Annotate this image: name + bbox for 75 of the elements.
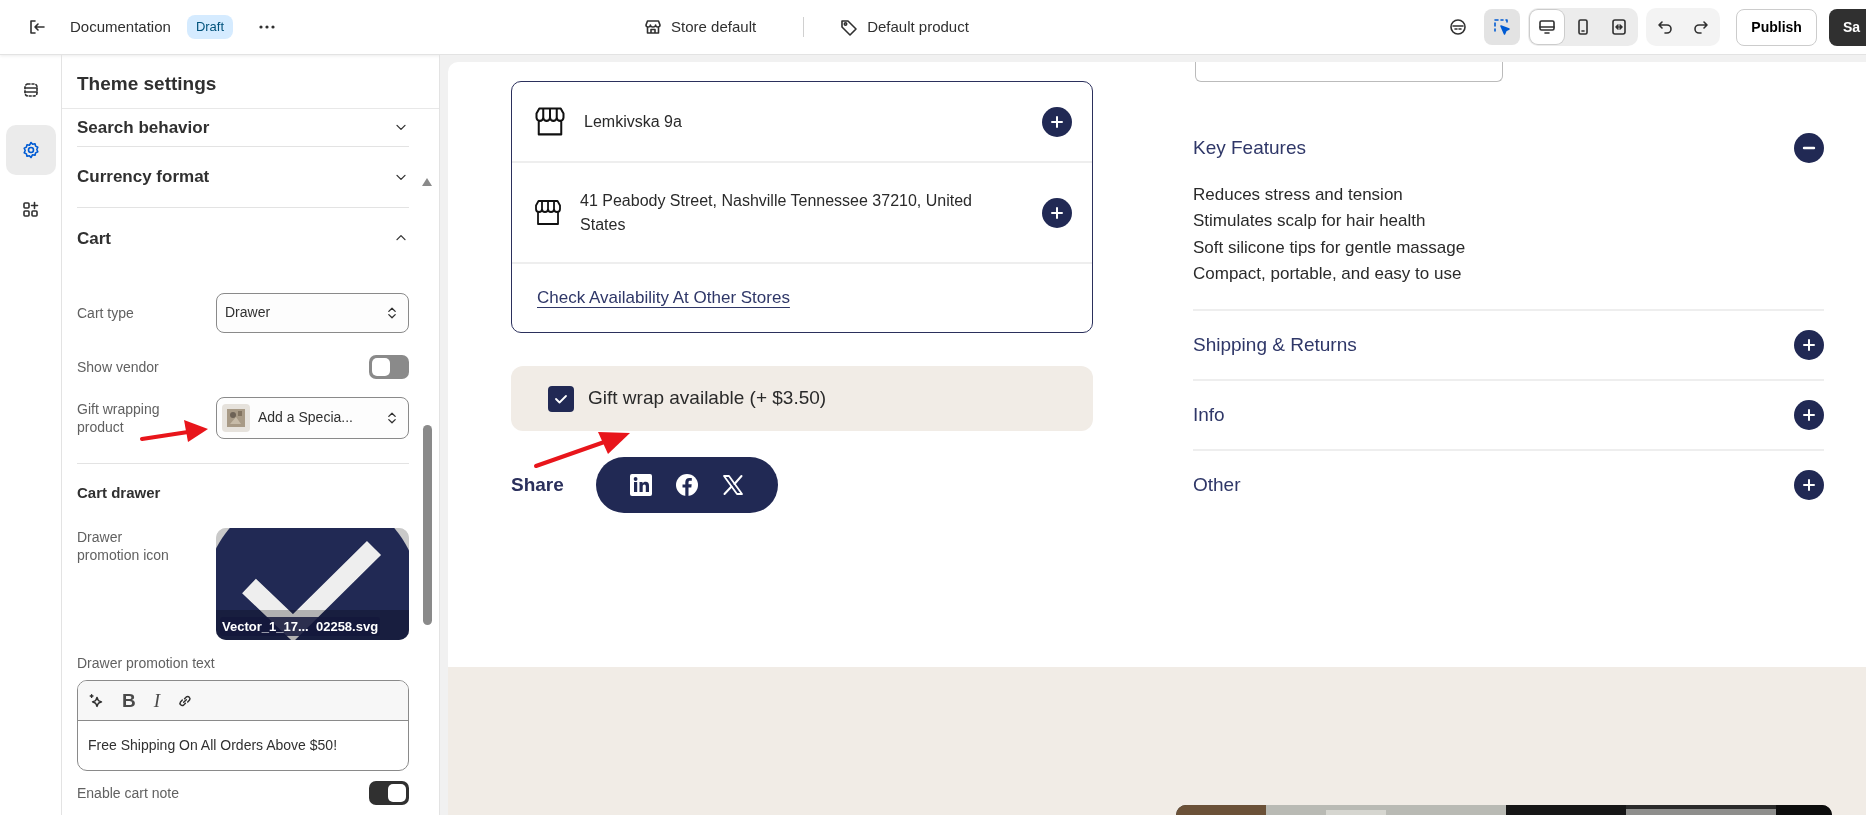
store-address: Lemkivska 9a bbox=[584, 111, 683, 132]
select-value: Drawer bbox=[225, 303, 271, 323]
editor-text: Free Shipping On All Orders Above $50! bbox=[87, 736, 339, 756]
store-title: Documentation bbox=[70, 16, 171, 37]
tag-icon bbox=[839, 17, 860, 37]
toggle-switch[interactable] bbox=[369, 781, 409, 806]
gear-icon bbox=[20, 140, 41, 160]
checkbox[interactable] bbox=[548, 385, 574, 412]
inspector-icon bbox=[1448, 17, 1469, 37]
feature-item: Soft silicone tips for gentle massage bbox=[1193, 236, 1467, 259]
field-label: Gift wrapping product bbox=[77, 400, 160, 435]
accordion-header[interactable]: Key Features bbox=[1193, 133, 1306, 163]
image-picker[interactable]: Vector_1_17... 02258.svg bbox=[216, 528, 409, 641]
file-name: Vector_1_17... 02258.svg bbox=[220, 616, 381, 637]
desktop-view-button[interactable] bbox=[1530, 10, 1565, 44]
accordion-header[interactable]: Info bbox=[1193, 401, 1225, 430]
expand-button[interactable] bbox=[1794, 330, 1824, 361]
input-field[interactable] bbox=[1195, 62, 1503, 82]
linkedin-icon bbox=[628, 473, 653, 497]
field-label: Drawer promotion text bbox=[77, 654, 216, 673]
selection-icon bbox=[1492, 17, 1513, 37]
scrollbar-thumb[interactable] bbox=[423, 425, 432, 625]
expand-button[interactable] bbox=[1794, 133, 1824, 163]
section-header[interactable]: Cart bbox=[77, 225, 111, 252]
availability-link[interactable]: Check Availability At Other Stores bbox=[537, 285, 790, 311]
field-label: Cart type bbox=[77, 304, 134, 321]
plus-icon bbox=[1802, 338, 1816, 353]
bold-button[interactable]: B bbox=[120, 686, 138, 716]
share-label: Share bbox=[511, 472, 564, 497]
expand-button[interactable] bbox=[1794, 400, 1824, 431]
section-header[interactable]: Search behavior bbox=[77, 114, 210, 141]
field-label: Enable cart note bbox=[77, 785, 179, 802]
expand-button[interactable] bbox=[1042, 106, 1072, 137]
subsection-title: Cart drawer bbox=[77, 482, 162, 503]
plus-icon bbox=[1802, 408, 1816, 423]
select-value: Add a Specia... bbox=[258, 408, 354, 428]
apps-icon bbox=[20, 200, 41, 220]
italic-button[interactable]: I bbox=[151, 686, 163, 716]
selection-button[interactable] bbox=[1484, 9, 1521, 45]
plus-icon bbox=[1802, 478, 1816, 493]
rich-text-editor[interactable]: B I Free Shipping On All Orders Above $50! bbox=[77, 680, 409, 772]
facebook-icon bbox=[674, 473, 699, 497]
store-address: 41 Peabody Street, Nashville Tennessee 37210, United States bbox=[580, 190, 973, 235]
scroll-up-icon[interactable] bbox=[421, 177, 433, 187]
select-field[interactable]: Drawer bbox=[216, 292, 409, 333]
storefront-icon bbox=[643, 17, 664, 37]
plus-icon bbox=[1050, 114, 1064, 129]
accordion-header[interactable]: Shipping & Returns bbox=[1193, 331, 1357, 360]
x-icon bbox=[720, 473, 745, 497]
x-button[interactable] bbox=[720, 473, 745, 497]
linkedin-button[interactable] bbox=[628, 473, 653, 497]
gift-wrap-option[interactable]: Gift wrap available (+ $3.50) bbox=[511, 366, 1093, 431]
gear-tab[interactable] bbox=[5, 125, 56, 175]
field-label: Drawer promotion icon bbox=[77, 529, 169, 564]
desktop-icon bbox=[1537, 17, 1558, 37]
expand-button[interactable] bbox=[1042, 197, 1072, 228]
template-selector[interactable]: Default product bbox=[838, 14, 970, 40]
feature-item: Compact, portable, and easy to use bbox=[1193, 263, 1463, 286]
feature-item: Stimulates scalp for hair health bbox=[1193, 210, 1427, 233]
panel-title: Theme settings bbox=[62, 55, 439, 109]
status-badge: Draft bbox=[186, 15, 234, 39]
product-picker[interactable]: Add a Specia... bbox=[216, 396, 409, 439]
plus-icon bbox=[1050, 205, 1064, 220]
expand-button[interactable] bbox=[1794, 470, 1824, 501]
toggle-switch[interactable] bbox=[369, 354, 409, 379]
field-label: Show vendor bbox=[77, 358, 159, 375]
accordion-header[interactable]: Other bbox=[1193, 471, 1241, 500]
more-icon bbox=[259, 25, 276, 29]
section-header[interactable]: Currency format bbox=[77, 164, 210, 190]
facebook-button[interactable] bbox=[674, 473, 699, 497]
feature-item: Reduces stress and tension bbox=[1193, 184, 1404, 206]
publish-button[interactable]: Publish bbox=[1736, 8, 1817, 46]
store-selector[interactable]: Store default bbox=[642, 14, 758, 40]
option-label: Gift wrap available (+ $3.50) bbox=[588, 386, 827, 411]
save-button[interactable]: Sa bbox=[1828, 8, 1866, 46]
